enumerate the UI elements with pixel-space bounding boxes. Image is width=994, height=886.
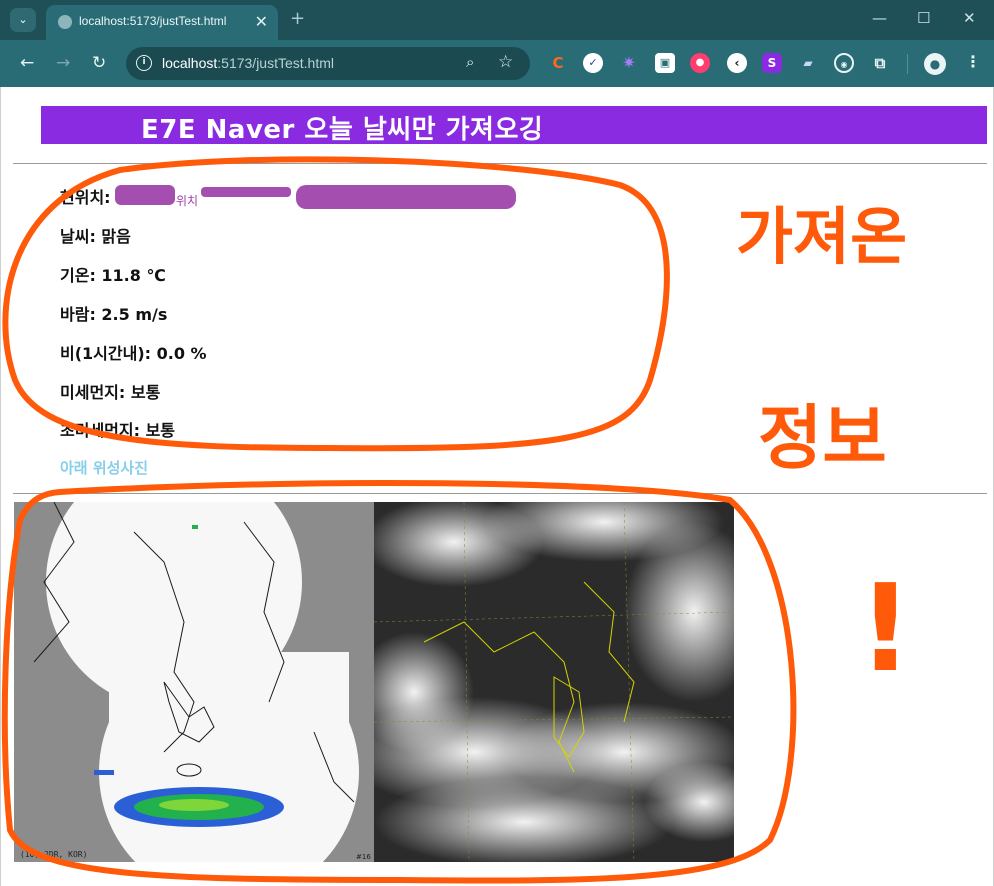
extension-square-icon[interactable]: ▣ xyxy=(655,53,675,73)
extension-gear-icon[interactable]: ✷ xyxy=(619,53,639,73)
weather-line: 날씨: 맑음 xyxy=(60,227,131,246)
radar-map-graphic xyxy=(14,502,374,862)
extension-tag-icon[interactable]: ▰ xyxy=(798,53,818,73)
rain-line: 비(1시간내): 0.0 % xyxy=(60,344,207,363)
location-tail: 위치 xyxy=(176,194,199,208)
extension-bird-icon[interactable]: ● xyxy=(690,53,710,73)
location-label: 현위치: xyxy=(60,188,111,207)
radar-caption: (10, 2DR, KOR) xyxy=(20,850,88,859)
tab-title: localhost:5173/justTest.html xyxy=(79,14,227,28)
zoom-icon[interactable]: ⌕ xyxy=(466,53,474,71)
bookmark-star-icon[interactable]: ☆ xyxy=(498,52,513,72)
page-title: E7E Naver 오늘 날씨만 가져오깅 xyxy=(141,115,544,145)
extension-chevron-icon[interactable]: ‹ xyxy=(727,53,747,73)
extension-s-icon[interactable]: S xyxy=(762,53,782,73)
site-info-icon[interactable]: i xyxy=(136,55,152,71)
page-viewport: E7E Naver 오늘 날씨만 가져오깅 현위치: 위치 날씨: 맑음 기온:… xyxy=(0,87,994,886)
forward-arrow-icon[interactable]: → xyxy=(56,53,70,73)
tab-search-button[interactable]: ⌄ xyxy=(10,8,36,32)
page-banner: E7E Naver 오늘 날씨만 가져오깅 xyxy=(41,106,987,145)
new-tab-button[interactable]: + xyxy=(290,8,305,29)
url-text[interactable]: localhost:5173/justTest.html xyxy=(162,55,334,71)
maximize-button[interactable]: ☐ xyxy=(917,9,930,27)
top-divider xyxy=(13,163,987,164)
window-close-button[interactable]: ✕ xyxy=(963,9,976,27)
bottom-divider xyxy=(13,493,987,494)
redaction-stroke xyxy=(296,185,516,209)
globe-icon xyxy=(58,15,72,29)
reload-icon[interactable]: ↻ xyxy=(92,53,106,73)
extensions-puzzle-icon[interactable]: ⧉ xyxy=(870,53,890,73)
tab-strip: ⌄ localhost:5173/justTest.html ✕ + — ☐ ✕ xyxy=(0,0,994,40)
fine-dust-line: 미세먼지: 보통 xyxy=(60,383,161,402)
back-arrow-icon[interactable]: ← xyxy=(20,53,34,73)
satellite-caption: #16 xyxy=(356,853,371,861)
extension-c-icon[interactable]: C xyxy=(548,53,568,73)
extension-check-icon[interactable]: ✓ xyxy=(583,53,603,73)
redaction-stroke xyxy=(201,187,291,197)
extension-target-icon[interactable]: ◉ xyxy=(834,53,854,73)
browser-toolbar: ← → ↻ i localhost:5173/justTest.html ⌕ ☆… xyxy=(0,40,994,87)
radar-image: (10, 2DR, KOR) xyxy=(14,502,374,862)
minimize-button[interactable]: — xyxy=(872,9,887,27)
toolbar-divider xyxy=(907,54,908,74)
close-icon[interactable]: ✕ xyxy=(255,12,268,31)
address-bar[interactable]: i localhost:5173/justTest.html ⌕ ☆ xyxy=(126,47,530,80)
temperature-line: 기온: 11.8 ℃ xyxy=(60,266,166,285)
active-tab[interactable]: localhost:5173/justTest.html ✕ xyxy=(46,5,278,40)
satellite-heading[interactable]: 아래 위성사진 xyxy=(60,457,148,478)
ultra-fine-dust-line: 초미세먼지: 보통 xyxy=(60,421,176,440)
satellite-image xyxy=(374,502,734,862)
satellite-map-graphic xyxy=(374,502,734,862)
profile-avatar-icon[interactable]: ● xyxy=(924,53,946,75)
wind-line: 바람: 2.5 m/s xyxy=(60,305,168,324)
redacted-location xyxy=(115,185,175,205)
more-menu-icon[interactable]: ⋮ xyxy=(965,52,981,71)
